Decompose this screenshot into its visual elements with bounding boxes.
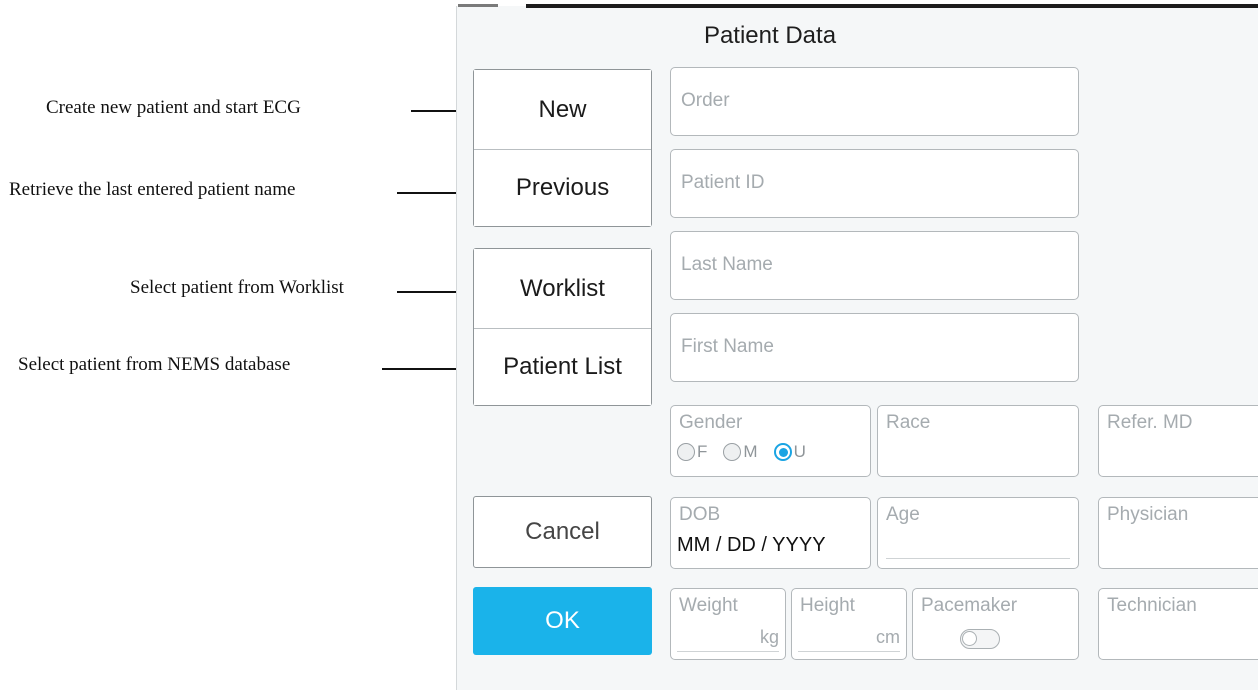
annotation-worklist: Select patient from Worklist — [130, 277, 344, 298]
annotation-new: Create new patient and start ECG — [46, 97, 301, 118]
patient-id-placeholder: Patient ID — [681, 172, 765, 193]
ok-button[interactable]: OK — [473, 587, 652, 655]
gender-field: Gender F M U — [670, 405, 871, 477]
technician-field[interactable]: Technician — [1098, 588, 1258, 660]
age-label: Age — [886, 504, 920, 525]
physician-field[interactable]: Physician — [1098, 497, 1258, 569]
dialog-title: Patient Data — [703, 22, 837, 49]
weight-field[interactable]: Weight kg — [670, 588, 786, 660]
gender-option-m-label: M — [743, 442, 758, 461]
race-label: Race — [886, 412, 931, 433]
window-top-edge-left — [458, 4, 498, 7]
height-underline — [798, 651, 900, 652]
radio-unchecked-icon — [723, 443, 742, 461]
pacemaker-field: Pacemaker — [912, 588, 1079, 660]
order-placeholder: Order — [681, 90, 730, 111]
race-field[interactable]: Race — [877, 405, 1079, 477]
dob-field[interactable]: DOB MM / DD / YYYY — [670, 497, 871, 569]
first-name-placeholder: First Name — [681, 336, 774, 357]
last-name-placeholder: Last Name — [681, 254, 773, 275]
order-field[interactable]: Order — [670, 67, 1079, 136]
pacemaker-toggle[interactable] — [960, 629, 1000, 649]
weight-label: Weight — [679, 595, 738, 616]
technician-label: Technician — [1107, 595, 1197, 616]
gender-option-f[interactable]: F — [677, 442, 707, 462]
annotation-patient-list: Select patient from NEMS database — [18, 354, 291, 375]
refer-md-label: Refer. MD — [1107, 412, 1193, 433]
pacemaker-label: Pacemaker — [921, 595, 1018, 616]
patient-list-button[interactable]: Patient List — [474, 329, 651, 405]
height-field[interactable]: Height cm — [791, 588, 907, 660]
weight-unit: kg — [759, 627, 779, 647]
gender-option-f-label: F — [697, 442, 708, 461]
refer-md-field[interactable]: Refer. MD — [1098, 405, 1258, 477]
last-name-field[interactable]: Last Name — [670, 231, 1079, 300]
gender-label: Gender — [679, 412, 743, 433]
dob-value: MM / DD / YYYY — [677, 534, 826, 556]
toggle-knob — [962, 631, 977, 646]
worklist-button[interactable]: Worklist — [474, 249, 651, 328]
gender-option-u[interactable]: U — [773, 442, 806, 462]
gender-option-u-label: U — [793, 442, 806, 461]
annotation-previous: Retrieve the last entered patient name — [9, 179, 296, 200]
new-button[interactable]: New — [474, 70, 651, 149]
new-previous-button-group: New Previous — [473, 69, 652, 227]
radio-checked-icon — [773, 443, 792, 461]
previous-button[interactable]: Previous — [474, 150, 651, 226]
window-top-edge — [526, 4, 1258, 8]
radio-unchecked-icon — [677, 443, 695, 461]
worklist-patient-list-button-group: Worklist Patient List — [473, 248, 652, 406]
first-name-field[interactable]: First Name — [670, 313, 1079, 382]
height-unit: cm — [876, 627, 900, 647]
dob-label: DOB — [679, 504, 721, 525]
physician-label: Physician — [1107, 504, 1189, 525]
patient-id-field[interactable]: Patient ID — [670, 149, 1079, 218]
age-underline — [886, 558, 1070, 559]
gender-option-m[interactable]: M — [723, 442, 758, 462]
age-field[interactable]: Age — [877, 497, 1079, 569]
weight-underline — [677, 651, 779, 652]
height-label: Height — [800, 595, 855, 616]
cancel-button[interactable]: Cancel — [473, 496, 652, 568]
gender-radio-group: F M U — [677, 442, 822, 462]
